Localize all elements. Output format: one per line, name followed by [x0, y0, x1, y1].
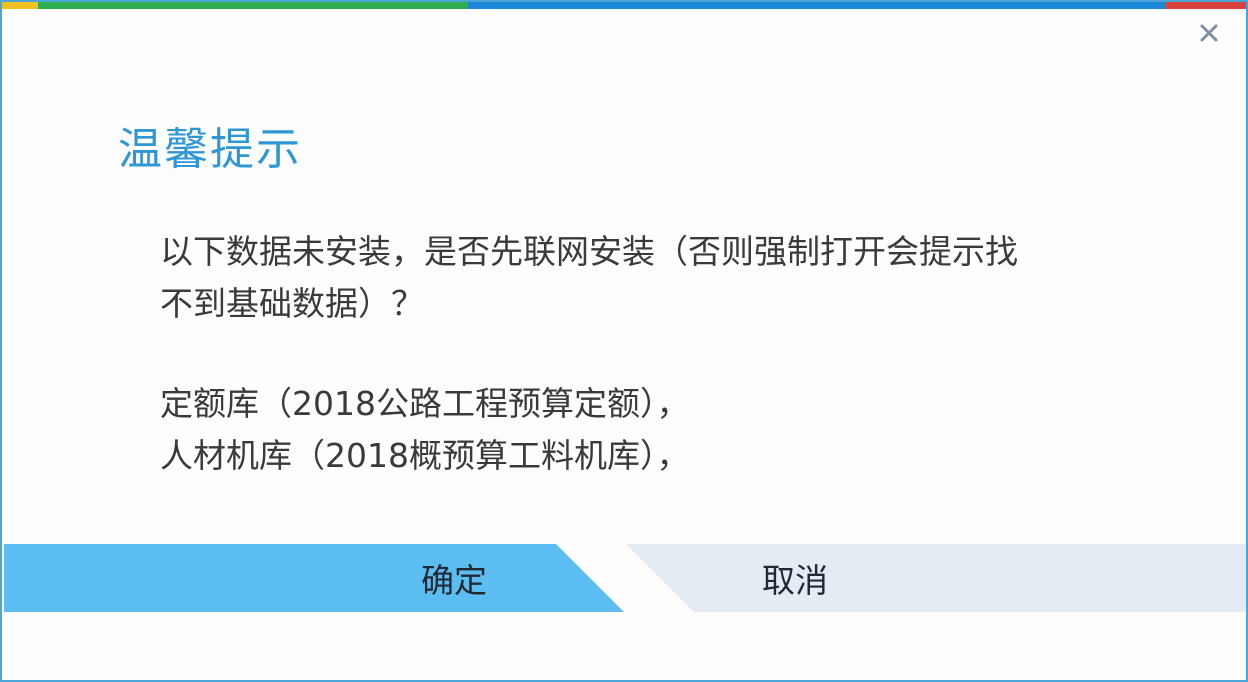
message-line: 不到基础数据）？ — [160, 284, 424, 323]
dialog-title: 温馨提示 — [118, 124, 302, 175]
missing-data-item-resource-library: 人材机库（2018概预算工料机库）， — [160, 436, 690, 475]
strip-segment-blue — [468, 2, 1166, 9]
strip-segment-red — [1166, 2, 1246, 9]
cancel-button-label: 取消 — [762, 561, 828, 600]
missing-data-item-quota-library: 定额库（2018公路工程预算定额）， — [160, 384, 690, 423]
confirm-button[interactable]: 确定 — [4, 544, 624, 612]
dialog-message: 以下数据未安装，是否先联网安装（否则强制打开会提示找 不到基础数据）？ — [160, 226, 1120, 330]
message-line: 以下数据未安装，是否先联网安装（否则强制打开会提示找 — [160, 232, 1018, 271]
missing-data-list: 定额库（2018公路工程预算定额）， 人材机库（2018概预算工料机库）， — [160, 378, 689, 482]
close-icon — [1200, 24, 1218, 42]
strip-segment-green — [38, 2, 468, 9]
brand-color-strip — [2, 2, 1246, 9]
cancel-button[interactable]: 取消 — [626, 544, 1246, 612]
close-button[interactable] — [1194, 18, 1224, 48]
strip-segment-yellow — [2, 2, 38, 9]
install-prompt-dialog: 温馨提示 以下数据未安装，是否先联网安装（否则强制打开会提示找 不到基础数据）？… — [0, 0, 1248, 682]
confirm-button-label: 确定 — [421, 561, 487, 600]
